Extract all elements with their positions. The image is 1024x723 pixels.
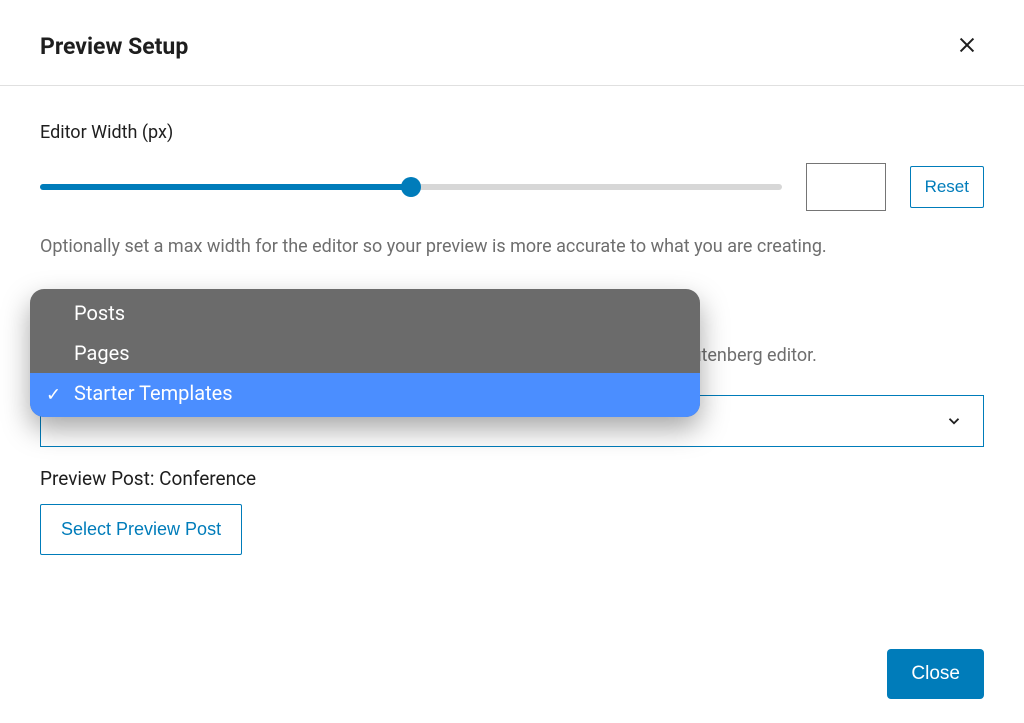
slider-thumb[interactable]	[401, 177, 421, 197]
post-type-dropdown: Posts Pages ✓ Starter Templates	[30, 289, 700, 417]
dropdown-item-label: Posts	[74, 301, 125, 325]
slider-fill	[40, 184, 411, 190]
editor-width-row: Reset	[40, 163, 984, 211]
dropdown-item-pages[interactable]: Pages	[30, 333, 700, 373]
dropdown-item-label: Pages	[74, 341, 130, 365]
dropdown-item-starter-templates[interactable]: ✓ Starter Templates	[30, 373, 700, 417]
dropdown-item-label: Starter Templates	[74, 381, 233, 405]
editor-width-input[interactable]	[806, 163, 886, 211]
editor-width-help: Optionally set a max width for the edito…	[40, 233, 984, 260]
modal-title: Preview Setup	[40, 33, 188, 60]
close-icon-button[interactable]	[950, 28, 984, 65]
modal-header: Preview Setup	[0, 0, 1024, 86]
editor-width-label: Editor Width (px)	[40, 122, 984, 143]
close-button[interactable]: Close	[887, 649, 984, 699]
preview-setup-modal: Preview Setup Editor Width (px) Reset Op…	[0, 0, 1024, 723]
chevron-down-icon	[945, 412, 963, 430]
reset-button[interactable]: Reset	[910, 166, 984, 208]
check-icon: ✓	[46, 385, 61, 406]
preview-post-label: Preview Post: Conference	[40, 467, 984, 490]
close-icon	[956, 34, 978, 56]
dropdown-item-posts[interactable]: Posts	[30, 289, 700, 333]
editor-width-slider[interactable]	[40, 179, 782, 195]
select-preview-post-button[interactable]: Select Preview Post	[40, 504, 242, 555]
modal-body: Editor Width (px) Reset Optionally set a…	[0, 86, 1024, 575]
post-type-select-wrap: Posts Pages ✓ Starter Templates	[40, 395, 984, 447]
modal-footer: Close	[887, 649, 984, 699]
